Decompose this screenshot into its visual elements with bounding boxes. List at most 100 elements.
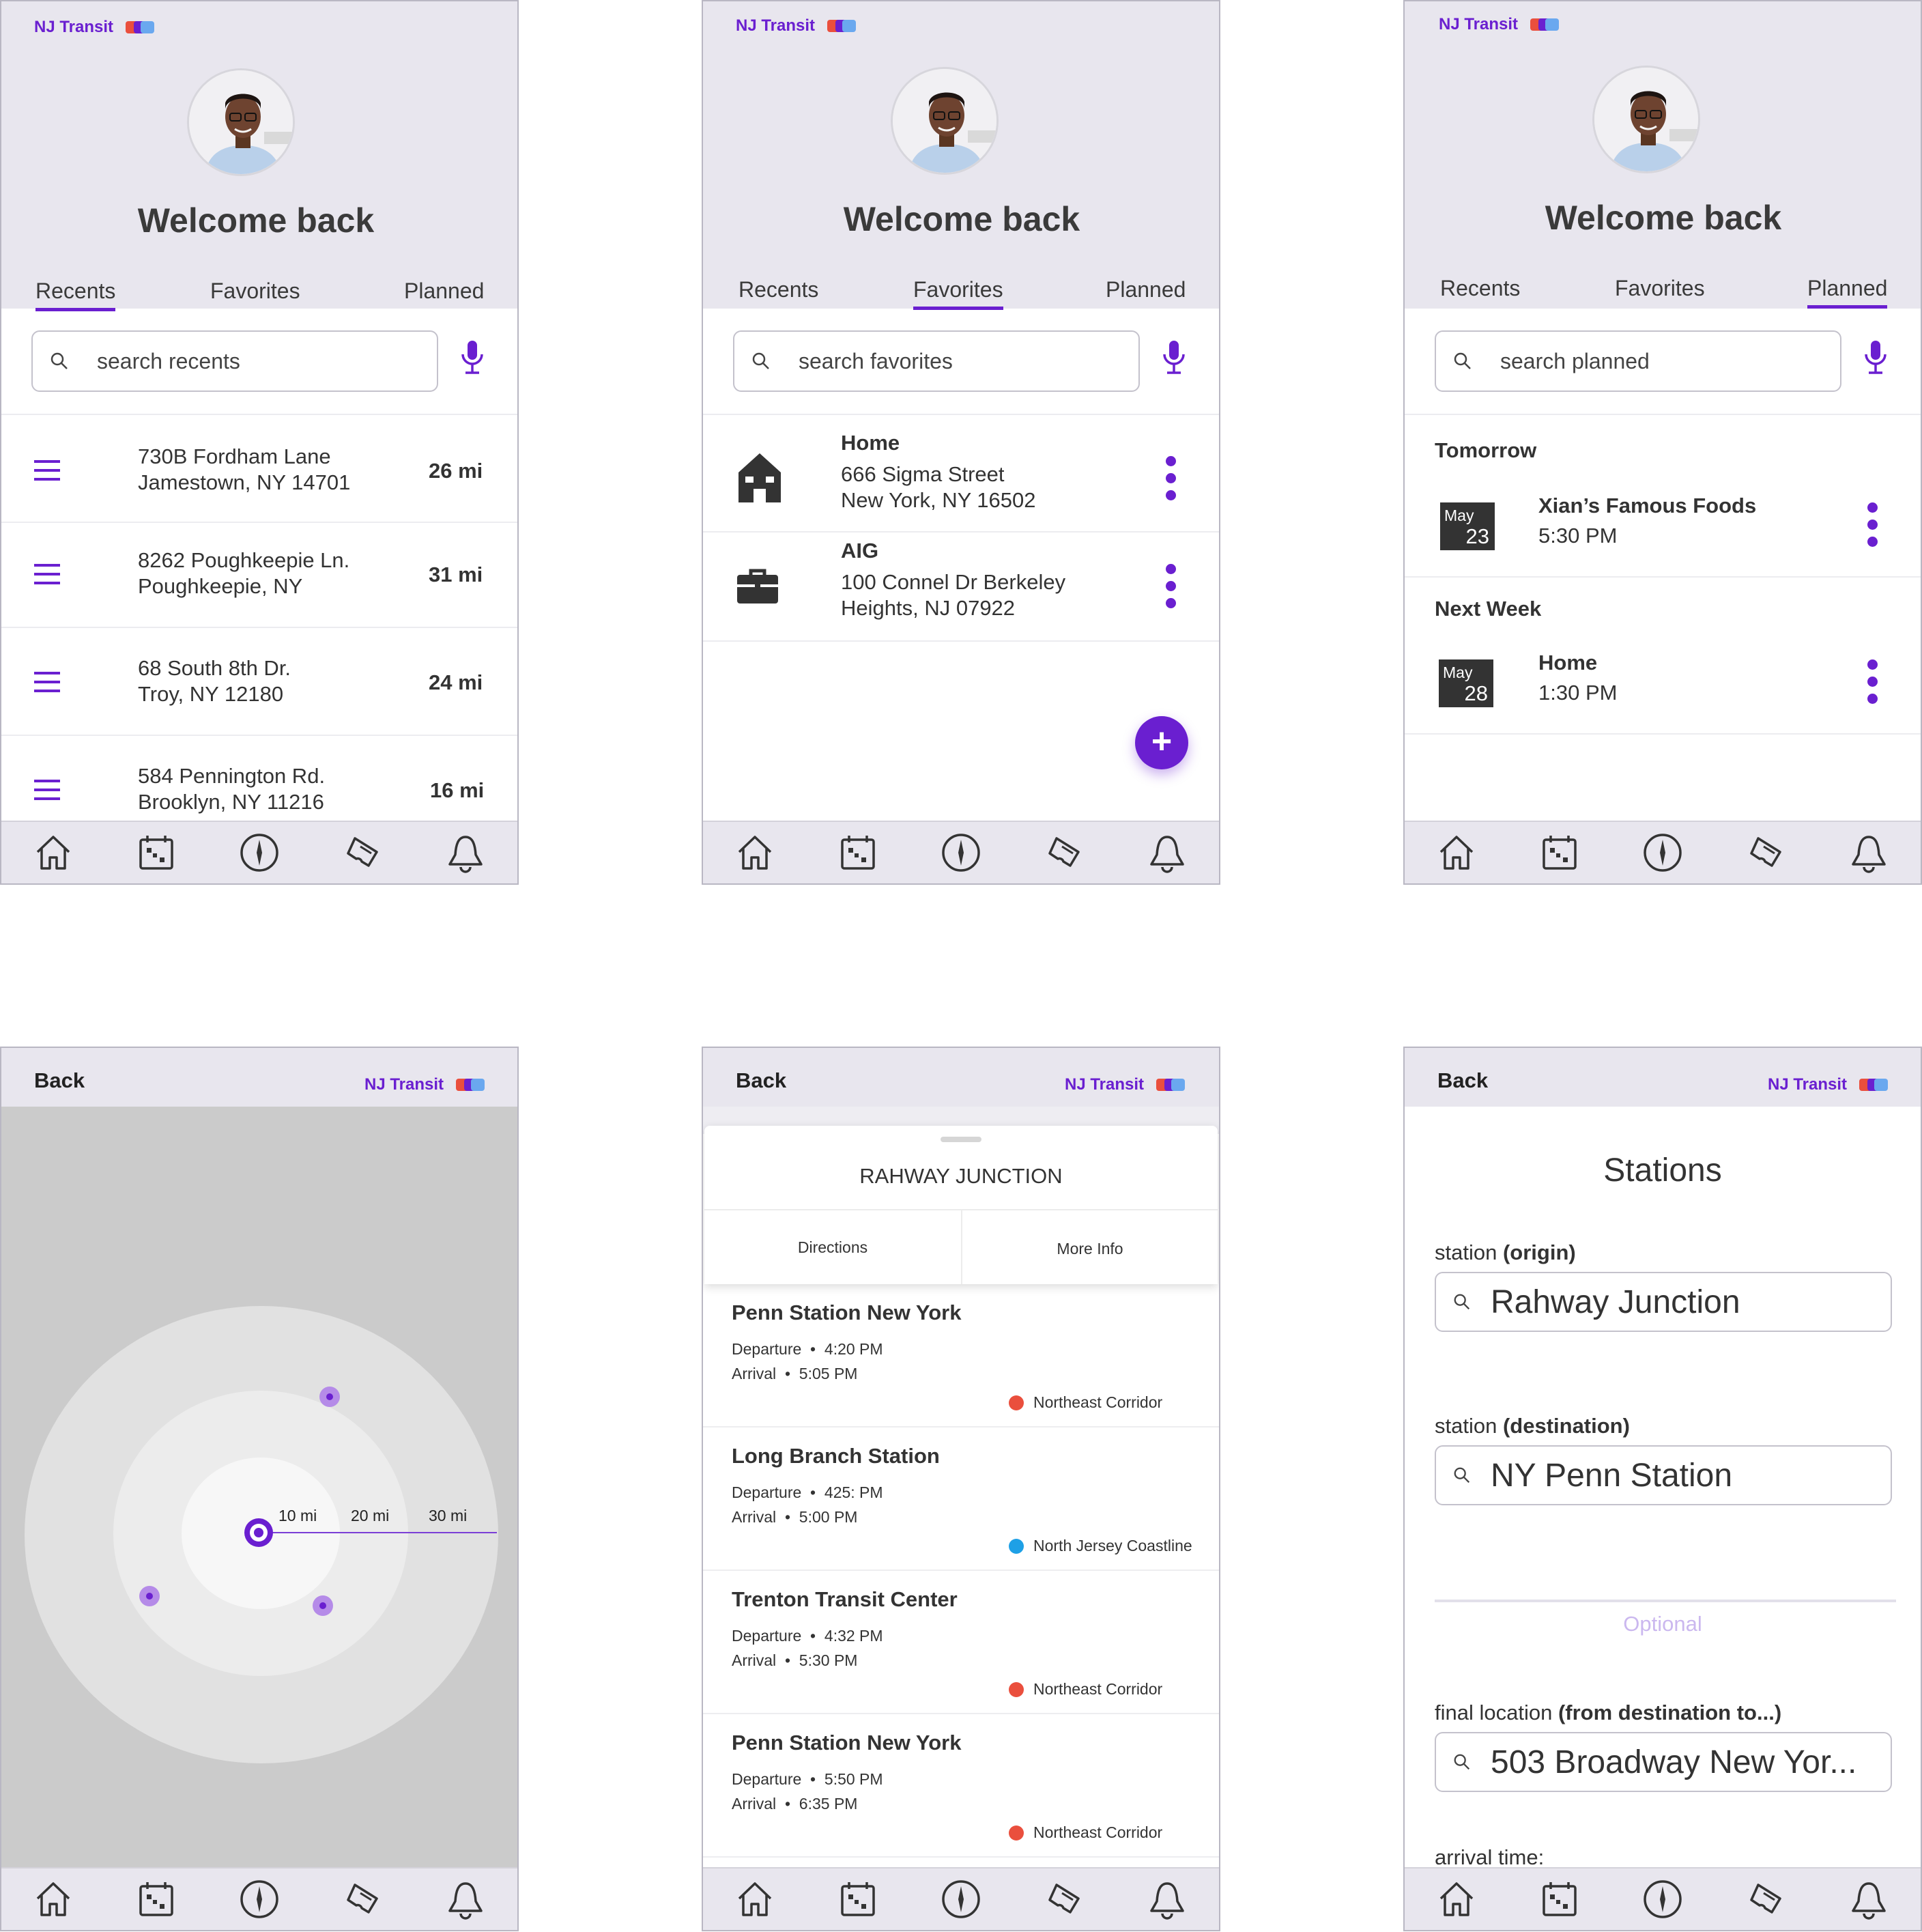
calendar-icon[interactable]	[135, 1878, 177, 1920]
search-input[interactable]: search recents	[31, 330, 438, 392]
bell-icon[interactable]	[444, 1878, 487, 1920]
station-marker[interactable]	[319, 1387, 340, 1407]
compass-icon[interactable]	[1641, 832, 1684, 874]
trip-row[interactable]: Penn Station New York Departure • 5:50 P…	[703, 1714, 1219, 1858]
ticket-icon[interactable]	[341, 832, 384, 874]
compass-icon[interactable]	[1641, 1878, 1684, 1920]
tab-recents[interactable]: Recents	[35, 279, 116, 311]
more-options-icon[interactable]	[1166, 564, 1177, 612]
tab-favorites[interactable]: Favorites	[913, 277, 1003, 310]
calendar-icon[interactable]	[837, 1878, 879, 1920]
favorite-title: AIG	[841, 539, 879, 563]
distance: 16 mi	[430, 778, 485, 802]
ticket-icon[interactable]	[1745, 1878, 1787, 1920]
tab-recents[interactable]: Recents	[1440, 276, 1520, 305]
ticket-icon[interactable]	[341, 1878, 384, 1920]
stations-form-screen: Back NJ Transit Stations station (origin…	[1403, 1047, 1922, 1931]
divider	[1435, 1600, 1896, 1602]
home-icon[interactable]	[734, 1878, 776, 1920]
bell-icon[interactable]	[1848, 832, 1890, 874]
tab-recents[interactable]: Recents	[738, 277, 818, 307]
drag-handle[interactable]	[941, 1137, 981, 1142]
directions-button[interactable]: Directions	[704, 1210, 962, 1284]
tab-planned[interactable]: Planned	[1807, 276, 1888, 309]
home-icon[interactable]	[32, 1878, 74, 1920]
top-bar: Back NJ Transit	[1405, 1048, 1921, 1107]
map-view[interactable]: 10 mi 20 mi 30 mi	[1, 1107, 517, 1870]
trip-row[interactable]: Penn Station New York Departure • 4:20 P…	[703, 1284, 1219, 1427]
arrival-line: Arrival • 6:35 PM	[732, 1795, 858, 1813]
tab-favorites[interactable]: Favorites	[210, 279, 300, 308]
arrival-line: Arrival • 5:05 PM	[732, 1365, 858, 1382]
station-marker[interactable]	[313, 1595, 333, 1616]
home-icon[interactable]	[1435, 1878, 1478, 1920]
tab-favorites[interactable]: Favorites	[1615, 276, 1705, 305]
microphone-icon[interactable]	[459, 339, 486, 376]
line-badge: Northeast Corridor	[1009, 1393, 1162, 1412]
tab-planned[interactable]: Planned	[1106, 277, 1186, 307]
calendar-icon[interactable]	[1538, 832, 1581, 874]
date-day: 28	[1464, 681, 1488, 705]
brand: NJ Transit	[736, 16, 857, 35]
calendar-icon[interactable]	[1538, 1878, 1581, 1920]
ticket-icon[interactable]	[1043, 832, 1085, 874]
compass-icon[interactable]	[940, 1878, 982, 1920]
current-location-icon[interactable]	[244, 1518, 273, 1547]
more-options-icon[interactable]	[1166, 456, 1177, 504]
more-options-icon[interactable]	[1867, 659, 1878, 707]
menu-icon[interactable]	[33, 459, 61, 482]
bell-icon[interactable]	[1146, 832, 1188, 874]
search-icon	[1452, 1752, 1472, 1772]
avatar[interactable]	[891, 67, 999, 175]
back-button[interactable]: Back	[1437, 1068, 1488, 1093]
address: 584 Pennington Rd. Brooklyn, NY 11216	[138, 763, 325, 815]
ticket-icon[interactable]	[1745, 832, 1787, 874]
address: 8262 Poughkeepie Ln. Poughkeepie, NY	[138, 548, 349, 599]
compass-icon[interactable]	[238, 1878, 281, 1920]
bell-icon[interactable]	[444, 832, 487, 874]
address-line: 8262 Poughkeepie Ln.	[138, 548, 350, 572]
trip-row[interactable]: Trenton Transit Center Departure • 4:32 …	[703, 1571, 1219, 1714]
compass-icon[interactable]	[940, 832, 982, 874]
trip-row[interactable]: Long Branch Station Departure • 425: PM …	[703, 1427, 1219, 1571]
calendar-icon[interactable]	[135, 832, 177, 874]
bell-icon[interactable]	[1848, 1878, 1890, 1920]
more-options-icon[interactable]	[1867, 502, 1878, 550]
arrival-time: 5:05 PM	[799, 1365, 858, 1382]
arrival-time: 5:30 PM	[799, 1651, 858, 1669]
arrival-line: Arrival • 5:00 PM	[732, 1508, 858, 1526]
station-sheet: RAHWAY JUNCTION Directions More Info	[704, 1126, 1218, 1284]
bell-icon[interactable]	[1146, 1878, 1188, 1920]
final-location-field[interactable]: 503 Broadway New Yor...	[1435, 1732, 1892, 1792]
tab-planned[interactable]: Planned	[404, 279, 484, 308]
home-icon[interactable]	[734, 832, 776, 874]
search-input[interactable]: search planned	[1435, 330, 1841, 392]
microphone-icon[interactable]	[1160, 339, 1188, 376]
calendar-icon[interactable]	[837, 832, 879, 874]
compass-icon[interactable]	[238, 832, 281, 874]
microphone-icon[interactable]	[1862, 339, 1889, 376]
menu-icon[interactable]	[33, 778, 61, 801]
station-marker[interactable]	[139, 1586, 160, 1606]
more-info-button[interactable]: More Info	[962, 1212, 1218, 1285]
origin-station-field[interactable]: Rahway Junction	[1435, 1272, 1892, 1332]
destination-station-field[interactable]: NY Penn Station	[1435, 1445, 1892, 1505]
back-button[interactable]: Back	[34, 1068, 85, 1093]
menu-icon[interactable]	[33, 563, 61, 586]
nj-transit-logo-icon	[1156, 1079, 1186, 1091]
add-favorite-button[interactable]: +	[1135, 716, 1188, 769]
back-button[interactable]: Back	[736, 1068, 786, 1093]
ticket-icon[interactable]	[1043, 1878, 1085, 1920]
favorite-details: AIG 100 Connel Dr Berkeley Heights, NJ 0…	[841, 538, 1065, 621]
search-input[interactable]: search favorites	[733, 330, 1140, 392]
address-line: Jamestown, NY 14701	[138, 470, 351, 494]
planned-details: Home 1:30 PM	[1538, 650, 1617, 706]
search-placeholder: search favorites	[799, 348, 953, 373]
home-icon[interactable]	[32, 832, 74, 874]
address-line: Brooklyn, NY 11216	[138, 790, 324, 814]
avatar[interactable]	[187, 68, 295, 176]
menu-icon[interactable]	[33, 670, 61, 694]
home-icon[interactable]	[1435, 832, 1478, 874]
avatar[interactable]	[1592, 66, 1700, 173]
bottom-nav	[703, 1867, 1219, 1930]
